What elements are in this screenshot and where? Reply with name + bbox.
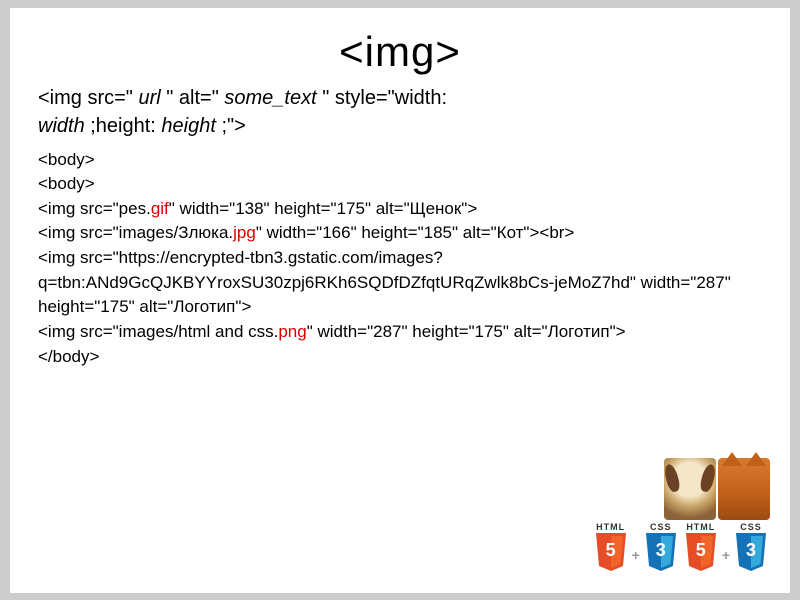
syntax-part: ;height: — [90, 115, 156, 137]
badge-number: 3 — [746, 540, 756, 561]
file-ext: png — [278, 322, 306, 341]
css3-shield-icon: 3 — [644, 533, 678, 571]
animal-row — [664, 458, 770, 520]
code-block: <body> <body> <img src="pes.gif" width="… — [38, 148, 762, 370]
html5-badge: HTML 5 — [592, 522, 630, 571]
file-ext: gif — [151, 199, 169, 218]
plus-icon: + — [632, 547, 640, 563]
css3-badge: CSS 3 — [642, 522, 680, 571]
code-line: <body> — [38, 172, 762, 197]
code-line: <body> — [38, 148, 762, 173]
syntax-width: width — [38, 115, 90, 137]
badge-number: 5 — [606, 540, 616, 561]
html5-css3-logo: HTML 5 + CSS 3 — [592, 522, 680, 571]
html5-badge: HTML 5 — [682, 522, 720, 571]
code-line: <img src="pes.gif" width="138" height="1… — [38, 197, 762, 222]
syntax-alt: some_text — [219, 87, 322, 109]
img-syntax: <img src=" url " alt=" some_text " style… — [38, 84, 762, 140]
syntax-url: url — [133, 87, 166, 109]
html-label: HTML — [686, 522, 715, 532]
code-line: <img src="images/Злюка.jpg" width="166" … — [38, 221, 762, 246]
html5-shield-icon: 5 — [594, 533, 628, 571]
slide: <img> <img src=" url " alt=" some_text "… — [10, 8, 790, 593]
logo-row: HTML 5 + CSS 3 HTML — [592, 522, 770, 571]
syntax-part: <img src=" — [38, 87, 133, 109]
html5-shield-icon: 5 — [684, 533, 718, 571]
html-label: HTML — [596, 522, 625, 532]
syntax-height: height — [156, 115, 222, 137]
image-strip: HTML 5 + CSS 3 HTML — [592, 458, 770, 571]
badge-number: 5 — [696, 540, 706, 561]
syntax-part: " style="width: — [322, 87, 447, 109]
css3-badge: CSS 3 — [732, 522, 770, 571]
code-line: <img src="https://encrypted-tbn3.gstatic… — [38, 246, 762, 320]
file-ext: jpg — [233, 223, 256, 242]
badge-number: 3 — [656, 540, 666, 561]
css-label: CSS — [650, 522, 672, 532]
plus-icon: + — [722, 547, 730, 563]
syntax-part: ;"> — [221, 115, 245, 137]
slide-title: <img> — [38, 28, 762, 76]
syntax-part: " alt=" — [166, 87, 219, 109]
cat-image — [718, 458, 770, 520]
html5-css3-logo: HTML 5 + CSS 3 — [682, 522, 770, 571]
code-line: <img src="images/html and css.png" width… — [38, 320, 762, 345]
css-label: CSS — [740, 522, 762, 532]
code-line: </body> — [38, 345, 762, 370]
css3-shield-icon: 3 — [734, 533, 768, 571]
dog-image — [664, 458, 716, 520]
